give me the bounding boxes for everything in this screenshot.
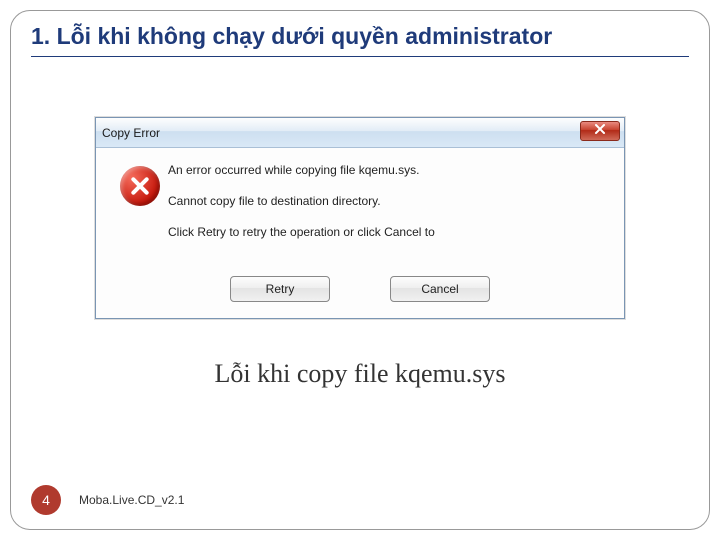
dialog-titlebar: Copy Error (96, 118, 624, 148)
dialog-message-line: Cannot copy file to destination director… (168, 193, 608, 210)
error-dialog: Copy Error An error occurred while copyi… (95, 117, 625, 319)
figure-caption: Lỗi khi copy file kqemu.sys (31, 359, 689, 389)
slide-footer: 4 Moba.Live.CD_v2.1 (31, 485, 184, 515)
retry-button[interactable]: Retry (230, 276, 330, 302)
dialog-message-line: Click Retry to retry the operation or cl… (168, 224, 608, 241)
dialog-body: An error occurred while copying file kqe… (96, 148, 624, 266)
page-number-badge: 4 (31, 485, 61, 515)
footer-text: Moba.Live.CD_v2.1 (79, 493, 184, 507)
dialog-icon-col (112, 162, 168, 254)
cancel-button[interactable]: Cancel (390, 276, 490, 302)
dialog-title: Copy Error (102, 126, 160, 140)
dialog-messages: An error occurred while copying file kqe… (168, 162, 608, 254)
close-icon (594, 122, 606, 140)
close-button[interactable] (580, 121, 620, 141)
error-icon (120, 166, 160, 206)
dialog-message-line: An error occurred while copying file kqe… (168, 162, 608, 179)
slide-heading: 1. Lỗi khi không chạy dưới quyền adminis… (31, 23, 689, 57)
dialog-button-row: Retry Cancel (96, 266, 624, 318)
slide-frame: 1. Lỗi khi không chạy dưới quyền adminis… (10, 10, 710, 530)
dialog-wrap: Copy Error An error occurred while copyi… (31, 117, 689, 319)
